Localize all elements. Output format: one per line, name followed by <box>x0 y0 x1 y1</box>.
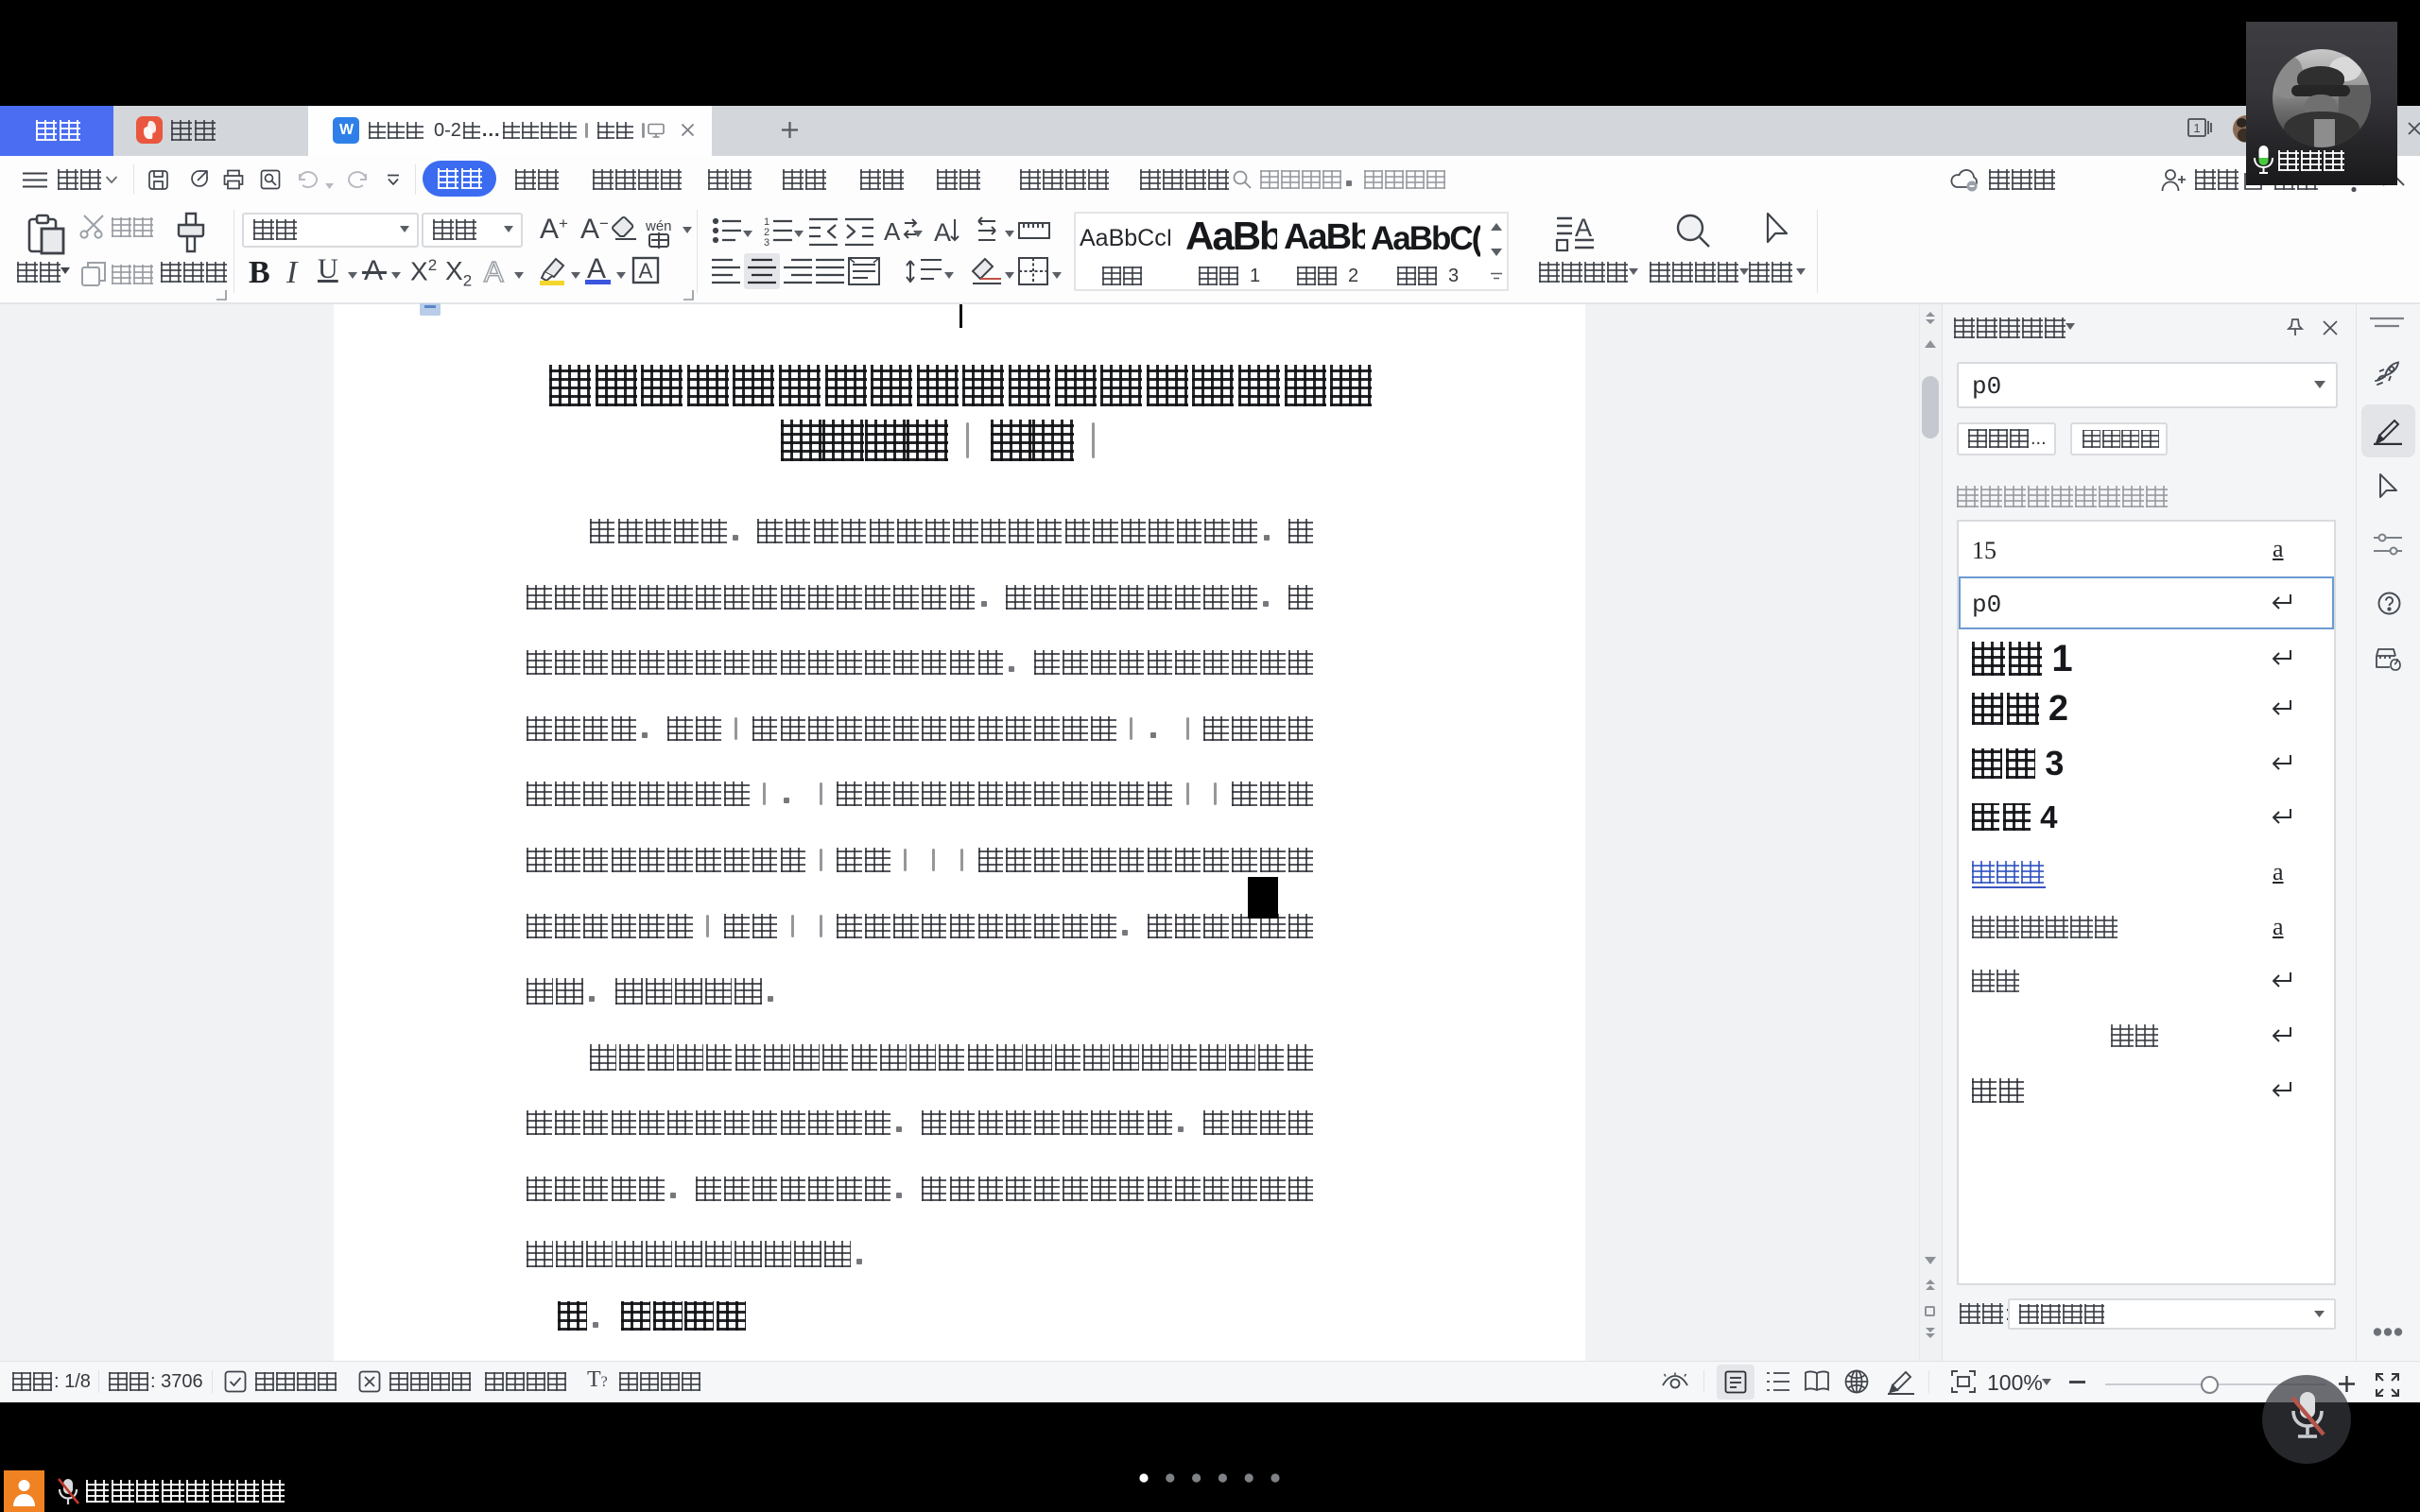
svg-text:1: 1 <box>2193 121 2200 135</box>
svg-text:3: 3 <box>764 237 769 246</box>
svg-text:A: A <box>639 259 653 283</box>
svg-text:A: A <box>884 217 901 246</box>
svg-text:A: A <box>934 218 951 246</box>
svg-text:A: A <box>1575 214 1592 242</box>
svg-text:wén: wén <box>645 218 672 234</box>
